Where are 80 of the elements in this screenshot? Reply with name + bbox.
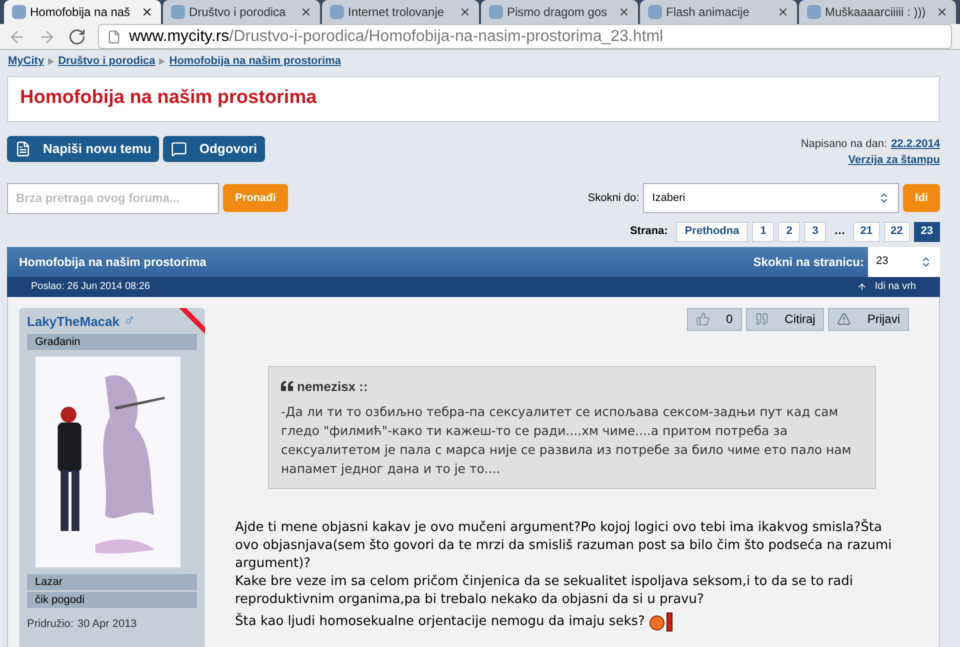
page-link[interactable]: 21 [853, 222, 880, 242]
corner-ribbon [177, 308, 205, 334]
print-link[interactable]: Verzija za štampu [848, 152, 940, 168]
new-topic-button[interactable]: Napiši novu temu [7, 136, 160, 162]
joined-label: Pridružio: [27, 617, 74, 632]
breadcrumb-link[interactable]: Društvo i porodica [58, 53, 156, 70]
browser-tab[interactable]: Internet trolovanje [322, 0, 479, 24]
breadcrumb-link[interactable]: MyCity [8, 53, 44, 70]
speech-bubble-icon [171, 140, 188, 156]
quote-button[interactable]: Citiraj [746, 308, 824, 330]
browser-tab[interactable]: Pismo dragom gos [481, 0, 638, 24]
thumbs-up-icon [696, 312, 710, 326]
select-arrows-icon [920, 256, 932, 268]
tab-title: Flash animacije [666, 4, 750, 21]
close-icon[interactable] [618, 6, 630, 18]
page-link[interactable]: 2 [778, 222, 800, 242]
browser-tab[interactable]: Homofobija na naš [4, 0, 161, 24]
tab-title: Društvo i porodica [189, 4, 287, 21]
emoticon-icon [648, 612, 675, 632]
separator-icon [159, 58, 166, 65]
url-text: www.mycity.rs/Drustvo-i-porodica/Homofobija-na-nasim-prostorima_23.html [129, 26, 664, 46]
browser-tab[interactable]: Muškaaaarciiiii : ))) [799, 0, 956, 24]
posted-info: Poslao: 26 Jun 2014 08:26 [31, 280, 150, 294]
page-title: Homofobija na našim prostorima [7, 76, 940, 122]
quote-mark-icon [281, 381, 293, 392]
browser-tab[interactable]: Flash animacije [640, 0, 797, 24]
username-link[interactable]: LakyTheMacak [27, 312, 120, 331]
site-icon [807, 5, 821, 19]
joined-date: 30 Apr 2013 [77, 617, 137, 632]
pages-label: Strana: [630, 224, 668, 240]
report-button[interactable]: Prijavi [828, 308, 909, 330]
written-label: Napisano na dan: [800, 136, 888, 152]
tab-title: Internet trolovanje [348, 4, 446, 21]
tab-title: Muškaaaarciiiii : ))) [825, 4, 927, 21]
jump-label: Skokni do: [588, 190, 640, 206]
site-icon [489, 5, 503, 19]
arrow-up-icon [856, 282, 867, 292]
name-label: Lazar [27, 574, 197, 590]
page-link[interactable]: 22 [884, 222, 910, 242]
close-icon[interactable] [777, 6, 789, 18]
rank-label: Građanin [27, 334, 197, 350]
site-icon [171, 5, 185, 19]
motto-label: čik pogodi [27, 592, 197, 608]
male-symbol: ♂ [124, 313, 136, 330]
forum-select[interactable]: Izaberi [643, 183, 900, 213]
top-link[interactable]: Idi na vrh [856, 279, 916, 294]
quote-icon [754, 312, 769, 326]
close-icon[interactable] [936, 6, 948, 18]
quote-author: nemezisx :: [297, 378, 368, 396]
tab-title: Homofobija na naš [30, 4, 132, 21]
quote-text: -Да ли ти то озбиљно тебра-па сексуалитет се испољава сексом-задњи пут кад сам гледо "филмић"-како ти кажеш-то се ради....хм чиме....а притом потреба за сексуалитетом је пала с марса није се развила из потребе за било чиме ето пало нам напамет једног дана и то је то.... [281, 403, 852, 478]
page-select[interactable]: 23 [868, 246, 940, 276]
close-icon[interactable] [459, 6, 471, 18]
close-icon[interactable] [300, 6, 312, 18]
like-button[interactable]: 0 [686, 308, 742, 330]
document-icon [15, 140, 31, 156]
tab-title: Pismo dragom gos [507, 4, 608, 21]
site-icon [648, 5, 662, 19]
page-link[interactable]: 1 [752, 222, 774, 242]
page-link[interactable]: 3 [804, 222, 826, 242]
date-link[interactable]: 22.2.2014 [891, 136, 940, 152]
post-text: Šta kao ljudi homosekualne orjentacije nemogu da imaju seks? [235, 612, 645, 632]
browser-tab[interactable]: Društvo i porodica [163, 0, 320, 24]
thread-title: Homofobija na našim prostorima [19, 254, 206, 270]
warning-icon [837, 312, 852, 326]
previous-link[interactable]: Prethodna [676, 222, 748, 242]
search-field[interactable]: Brza pretraga ovog foruma... [7, 182, 219, 214]
reload-icon[interactable] [68, 28, 86, 46]
breadcrumb-link[interactable]: Homofobija na našim prostorima [169, 53, 341, 70]
separator-icon [48, 58, 54, 65]
site-icon [12, 5, 26, 19]
address-bar[interactable]: www.mycity.rs/Drustvo-i-porodica/Homofobija-na-nasim-prostorima_23.html [98, 24, 952, 49]
reply-button[interactable]: Odgovori [163, 136, 266, 162]
page-icon [107, 30, 121, 44]
close-icon[interactable] [141, 6, 153, 18]
jump-page-label: Skokni na stranicu: [753, 254, 864, 270]
ellipsis: … [833, 224, 846, 240]
site-icon [330, 5, 344, 19]
post-text: Ajde ti mene objasni kakav je ovo mučeni argument?Po kojoj logici ovo tebi ima ikakvog smisla?Šta ovo objasnjava(sem što govori da te mrzi da smisliš razuman post sa bilo čim što podseća na razumi argument)? Kake bre veze im sa celom pričom činjenica da se sekualitet ispoljava seksom,i to da se to radi reproduktivnim organima,pa bi trebalo nekako da objasni da si u pravu? [235, 519, 893, 609]
page-link[interactable]: 23 [914, 222, 940, 242]
